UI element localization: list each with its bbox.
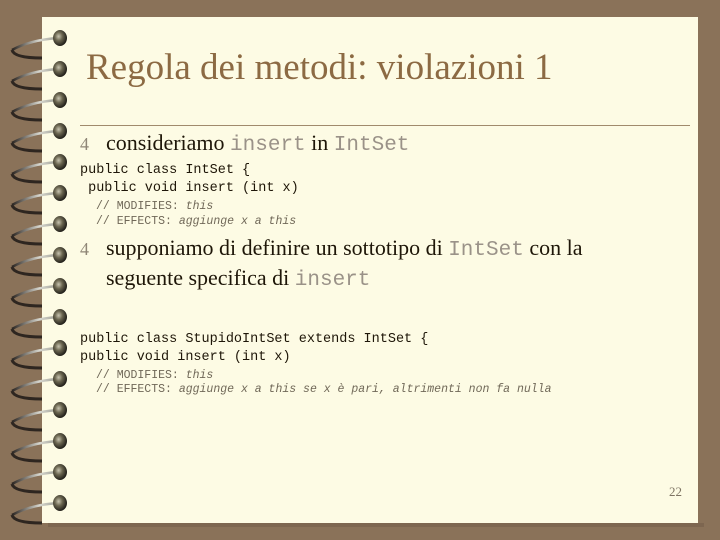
binding-hole [53, 30, 67, 46]
ring-wire-front [11, 439, 59, 455]
comment-body: this [185, 200, 214, 213]
ring-wire-front [11, 346, 59, 362]
binding-hole [53, 402, 67, 418]
inline-code: IntSet [333, 134, 410, 157]
code-line: public void insert (int x) [80, 350, 291, 365]
binding-hole [53, 371, 67, 387]
bullet-icon: 4 [80, 134, 89, 154]
ring-wire-back [10, 359, 43, 370]
ring-wire-back [10, 483, 43, 494]
ring-wire-front [11, 222, 59, 238]
ring-wire-back [10, 328, 43, 339]
comment-body: aggiunge x a this [178, 215, 297, 228]
code-line: public class IntSet { [80, 163, 251, 178]
ring-wire-front [11, 98, 59, 114]
ring-wire-front [11, 67, 59, 83]
binding-hole [53, 185, 67, 201]
ring-wire-front [11, 470, 59, 486]
title-divider [80, 125, 690, 126]
ring-wire-front [11, 501, 59, 517]
ring-wire-back [10, 235, 43, 246]
ring-wire-back [10, 390, 43, 401]
binding-hole [53, 464, 67, 480]
binding-hole [53, 61, 67, 77]
ring-wire-back [10, 142, 43, 153]
ring-wire-front [11, 36, 59, 52]
inline-code: insert [294, 269, 371, 292]
comment-prefix: // EFFECTS: [96, 215, 179, 228]
comment-body: aggiunge x a this se x è pari, altriment… [178, 383, 552, 396]
binding-hole [53, 216, 67, 232]
comment-prefix: // EFFECTS: [96, 383, 179, 396]
bullet-item-2: 4 supponiamo di definire un sottotipo di … [80, 233, 582, 266]
ring-wire-front [11, 284, 59, 300]
binding-hole [53, 340, 67, 356]
ring-wire-back [10, 49, 43, 60]
ring-wire-front [11, 191, 59, 207]
paper-shadow [48, 523, 704, 527]
ring-wire-back [10, 111, 43, 122]
ring-wire-front [11, 160, 59, 176]
code-comment: // EFFECTS: aggiunge x a this se x è par… [96, 382, 552, 398]
ring-wire-back [10, 452, 43, 463]
page-number: 22 [669, 484, 682, 499]
bullet-icon: 4 [80, 239, 89, 259]
binding-hole [53, 92, 67, 108]
inline-code: IntSet [448, 239, 524, 262]
binding-hole [53, 495, 67, 511]
code-line: public void insert (int x) [80, 181, 299, 196]
bullet-text: seguente specifica di [106, 265, 295, 290]
ring-wire-front [11, 129, 59, 145]
bullet-item-2-continuation: seguente specifica di insert [106, 263, 370, 296]
comment-body: this [185, 369, 214, 382]
bullet-text: in [305, 130, 334, 155]
ring-wire-back [10, 514, 43, 525]
slide-title: Regola dei metodi: violazioni 1 [86, 47, 553, 88]
ring-wire-front [11, 253, 59, 269]
binding-hole [53, 123, 67, 139]
spiral-binding [10, 30, 67, 525]
binding-hole [53, 433, 67, 449]
code-comment: // MODIFIES: this [96, 199, 213, 215]
bullet-text: consideriamo [106, 130, 231, 155]
ring-wire-back [10, 204, 43, 215]
ring-wire-back [10, 421, 43, 432]
ring-wire-front [11, 408, 59, 424]
ring-wire-back [10, 80, 43, 91]
bullet-text: con la [523, 235, 583, 260]
binding-hole [53, 154, 67, 170]
ring-wire-back [10, 266, 43, 277]
code-comment: // EFFECTS: aggiunge x a this [96, 214, 296, 230]
binding-hole [53, 309, 67, 325]
binding-hole [53, 247, 67, 263]
bullet-item-1: 4 consideriamo insert in IntSet [80, 128, 409, 161]
ring-wire-back [10, 173, 43, 184]
ring-wire-back [10, 297, 43, 308]
ring-wire-front [11, 315, 59, 331]
bullet-text: supponiamo di definire un sottotipo di [106, 235, 449, 260]
comment-prefix: // MODIFIES: [96, 200, 186, 213]
comment-prefix: // MODIFIES: [96, 369, 186, 382]
code-line: public class StupidoIntSet extends IntSe… [80, 332, 429, 347]
ring-wire-front [11, 377, 59, 393]
binding-hole [53, 278, 67, 294]
inline-code: insert [230, 134, 306, 157]
